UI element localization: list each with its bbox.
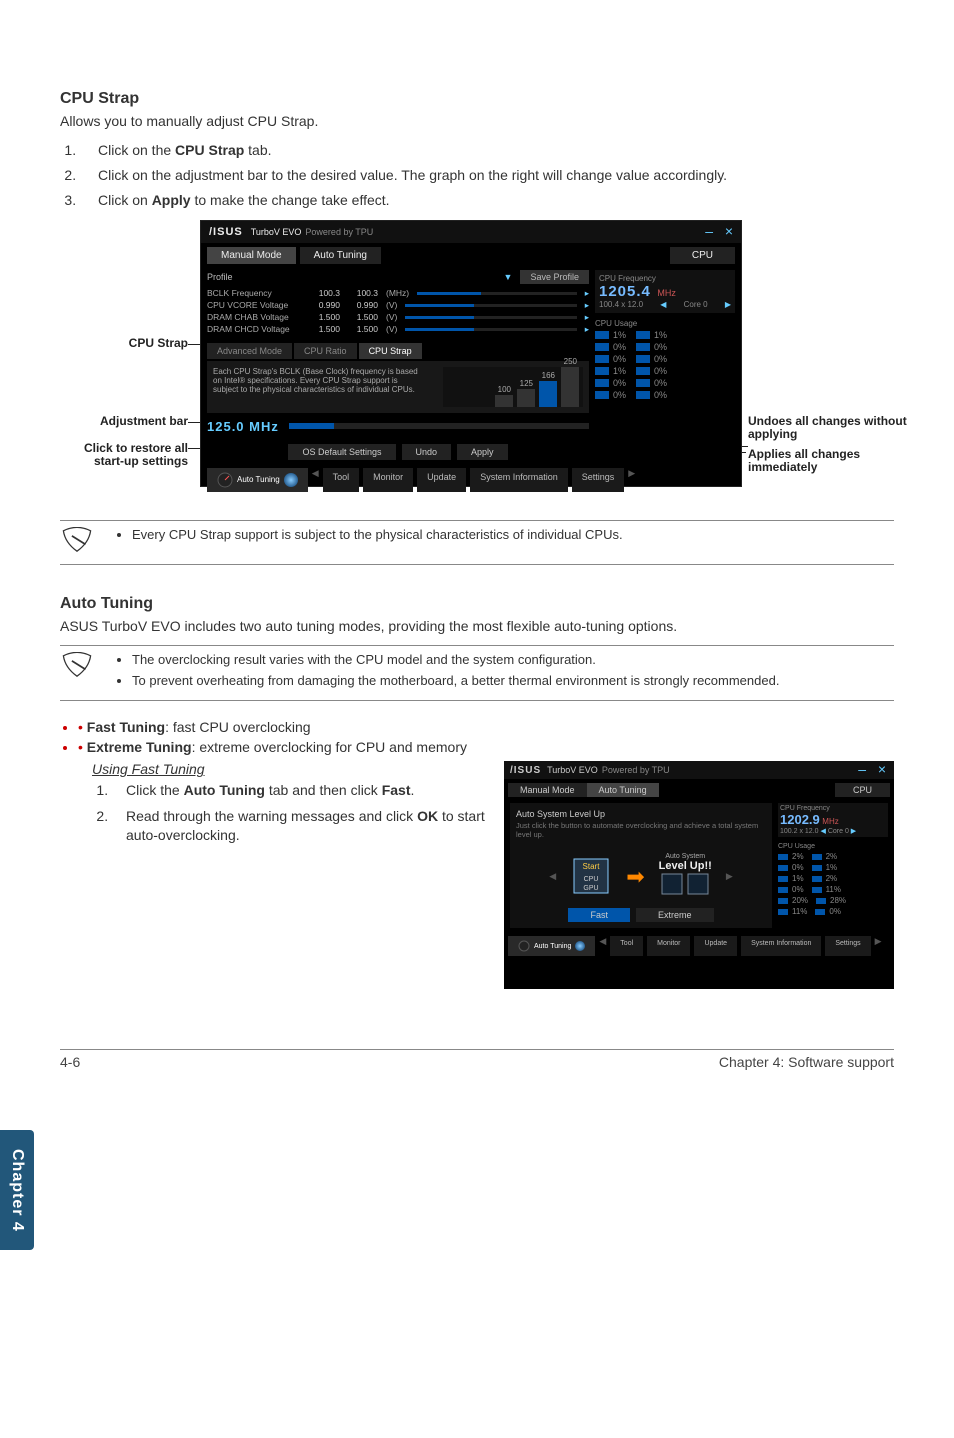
- feature-fast: • Fast Tuning: fast CPU overclocking: [78, 719, 894, 735]
- dial-icon: [518, 940, 530, 952]
- tab-manual-mode[interactable]: Manual Mode: [207, 247, 296, 264]
- cpu-strap-steps: Click on the CPU Strap tab. Click on the…: [60, 141, 894, 210]
- close-icon[interactable]: ×: [878, 761, 886, 777]
- mini-nav-monitor[interactable]: Monitor: [647, 936, 690, 956]
- strap-graph: 250 166 125 100: [443, 367, 583, 407]
- bclk-slider[interactable]: [417, 292, 577, 295]
- svg-text:Start: Start: [583, 862, 601, 871]
- mini-nav-settings[interactable]: Settings: [825, 936, 870, 956]
- tab-auto-tuning[interactable]: Auto Tuning: [300, 247, 381, 264]
- svg-text:GPU: GPU: [584, 885, 599, 892]
- fast-step-1: Click the Auto Tuning tab and then click…: [112, 781, 486, 799]
- dram-chab-slider[interactable]: [405, 316, 576, 319]
- gear-icon: [575, 941, 585, 951]
- note-icon: [60, 652, 94, 683]
- feature-list: • Fast Tuning: fast CPU overclocking • E…: [60, 719, 894, 755]
- extreme-button[interactable]: Extreme: [636, 908, 714, 922]
- start-badge[interactable]: Start CPU GPU: [570, 855, 612, 899]
- save-profile-button[interactable]: Save Profile: [520, 270, 589, 284]
- cpu-strap-intro: Allows you to manually adjust CPU Strap.: [60, 112, 894, 131]
- step-3: Click on Apply to make the change take e…: [80, 191, 894, 210]
- note-icon: [60, 527, 94, 558]
- auto-tuning-intro: ASUS TurboV EVO includes two auto tuning…: [60, 617, 894, 636]
- step-2: Click on the adjustment bar to the desir…: [80, 166, 894, 185]
- arrow-icon: ➡: [626, 864, 644, 890]
- cpu-frequency-value: 1205.4: [599, 283, 651, 300]
- undo-button[interactable]: Undo: [402, 444, 452, 460]
- subtab-cpu-ratio[interactable]: CPU Ratio: [294, 343, 357, 359]
- mini-nav-tool[interactable]: Tool: [610, 936, 643, 956]
- subtab-advanced[interactable]: Advanced Mode: [207, 343, 292, 359]
- cpu-gpu-icon: Start CPU GPU: [570, 855, 612, 897]
- mini-sub: Just click the button to automate overcl…: [516, 821, 766, 839]
- nav-auto-tuning[interactable]: Auto Tuning: [207, 468, 308, 492]
- dial-icon: [217, 472, 233, 488]
- note-single-text: Every CPU Strap support is subject to th…: [132, 527, 894, 544]
- minimize-icon[interactable]: –: [705, 223, 713, 239]
- cpu-usage-grid: 1%1%0%0%0%0%1%0%0%0%0%0%: [595, 330, 735, 400]
- callout-restore: Click to restore all start-up settings: [66, 442, 188, 470]
- note-multi: The overclocking result varies with the …: [60, 645, 894, 701]
- callout-adjustment-bar: Adjustment bar: [76, 414, 188, 428]
- os-default-button[interactable]: OS Default Settings: [288, 444, 395, 460]
- cpu-strap-desc: Each CPU Strap's BCLK (Base Clock) frequ…: [213, 367, 423, 407]
- titlebar: /ISUS TurboV EVO Powered by TPU – ×: [201, 221, 741, 243]
- mini-nav-auto[interactable]: Auto Tuning: [508, 936, 595, 956]
- nav-monitor[interactable]: Monitor: [363, 468, 413, 492]
- minimize-icon[interactable]: –: [858, 761, 866, 777]
- nav-update[interactable]: Update: [417, 468, 466, 492]
- mini-nav-update[interactable]: Update: [694, 936, 737, 956]
- side-tab: Chapter 4: [0, 1130, 34, 1250]
- mini-cpu-pill[interactable]: CPU: [835, 783, 890, 797]
- vcore-slider[interactable]: [405, 304, 576, 307]
- mini-tab-manual[interactable]: Manual Mode: [508, 783, 587, 797]
- callout-cpu-strap: CPU Strap: [98, 336, 188, 350]
- note-single: Every CPU Strap support is subject to th…: [60, 520, 894, 565]
- turbov-window: /ISUS TurboV EVO Powered by TPU – × Manu…: [200, 220, 742, 487]
- callout-apply: Applies all changes immediately: [748, 448, 908, 476]
- chapter-label: Chapter 4: Software support: [719, 1054, 894, 1070]
- nav-sysinfo[interactable]: System Information: [470, 468, 568, 492]
- adjustment-value: 125.0 MHz: [207, 419, 279, 434]
- step-1: Click on the CPU Strap tab.: [80, 141, 894, 160]
- close-icon[interactable]: ×: [725, 223, 733, 239]
- using-fast-heading: Using Fast Tuning: [92, 761, 486, 777]
- callout-undo: Undoes all changes without applying: [748, 415, 908, 443]
- mini-tab-auto[interactable]: Auto Tuning: [587, 783, 659, 797]
- dram-chcd-slider[interactable]: [405, 328, 576, 331]
- mini-nav-sysinfo[interactable]: System Information: [741, 936, 821, 956]
- auto-tuning-title: Auto Tuning: [60, 595, 894, 613]
- cpu-strap-title: CPU Strap: [60, 90, 894, 108]
- gear-icon: [284, 473, 298, 487]
- fast-button[interactable]: Fast: [568, 908, 630, 922]
- cpu-pill[interactable]: CPU: [670, 247, 735, 264]
- nav-settings[interactable]: Settings: [572, 468, 625, 492]
- page-number: 4-6: [60, 1054, 80, 1070]
- auto-tuning-window: /ISUS TurboV EVO Powered by TPU – × Manu…: [504, 761, 894, 989]
- turbov-figure: CPU Strap Adjustment bar Click to restor…: [60, 220, 894, 500]
- levelup-icon: [660, 872, 710, 898]
- note-item: The overclocking result varies with the …: [132, 652, 894, 669]
- page-footer: 4-6 Chapter 4: Software support: [60, 1049, 894, 1070]
- subtab-cpu-strap[interactable]: CPU Strap: [359, 343, 422, 359]
- fast-step-2: Read through the warning messages and cl…: [112, 807, 486, 843]
- mini-usage-grid: 2%2%0%1%1%2%0%11%20%28%11%0%: [778, 852, 888, 916]
- nav-tool[interactable]: Tool: [323, 468, 360, 492]
- profile-label: Profile: [207, 272, 233, 282]
- mini-freq-value: 1202.9: [780, 812, 820, 827]
- apply-button[interactable]: Apply: [457, 444, 508, 460]
- level-up-label: Level Up!!: [659, 860, 712, 872]
- svg-text:CPU: CPU: [584, 876, 599, 883]
- note-item: To prevent overheating from damaging the…: [132, 673, 894, 690]
- feature-extreme: • Extreme Tuning: extreme overclocking f…: [78, 739, 894, 755]
- adjustment-bar[interactable]: [289, 423, 589, 429]
- mini-head: Auto System Level Up: [516, 809, 766, 819]
